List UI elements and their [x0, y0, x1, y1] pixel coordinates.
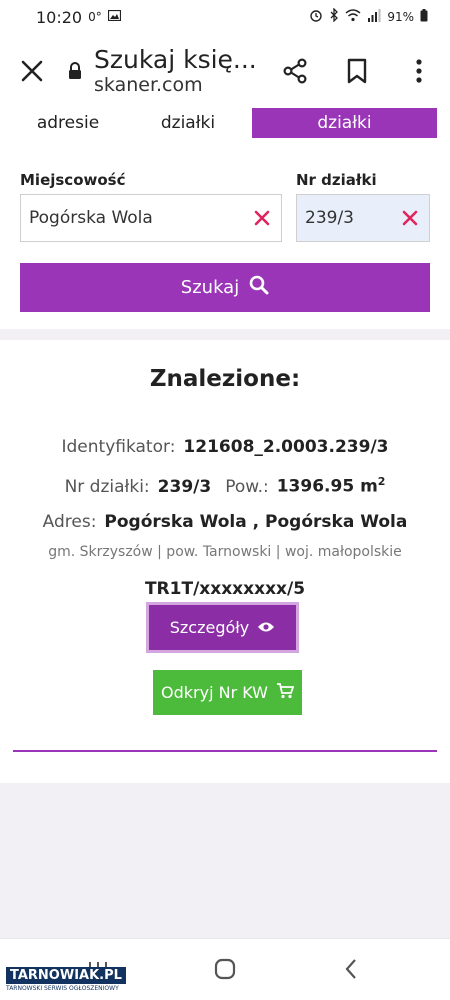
plot-area-line: Nr działki: 239/3 Pow.: 1396.95 m2 [0, 475, 450, 497]
reveal-kw-button[interactable]: Odkryj Nr KW [153, 670, 302, 715]
share-icon[interactable] [264, 34, 326, 108]
city-value: Pogórska Wola [29, 208, 153, 228]
page-title: Szukaj księ... [94, 46, 257, 74]
page-content: adresie działki działki Miejscowość Pogó… [0, 108, 450, 938]
weather-temp: 0° [88, 10, 102, 24]
city-label: Miejscowość [20, 171, 126, 189]
status-time: 10:20 [36, 7, 83, 27]
gallery-icon [107, 9, 121, 25]
address-label: Adres: [42, 512, 97, 532]
wifi-icon [345, 8, 361, 26]
plot-info-label: Nr działki: [64, 476, 150, 497]
bluetooth-icon [329, 7, 339, 26]
area-value: 1396.95 m2 [277, 475, 386, 497]
search-label: Szukaj [180, 277, 240, 298]
details-label: Szczegóły [169, 618, 250, 637]
plot-info-value: 239/3 [157, 476, 212, 497]
section-divider [0, 329, 450, 340]
battery-level: 91% [387, 10, 414, 24]
city-field[interactable]: Pogórska Wola [20, 194, 282, 242]
kw-number: TR1T/xxxxxxxx/5 [144, 579, 306, 599]
identifier-label: Identyfikator: [61, 437, 176, 457]
watermark-brand: TARNOWIAK.PL [6, 967, 126, 984]
bookmark-icon[interactable] [326, 34, 388, 108]
plot-value: 239/3 [305, 208, 354, 228]
address-line: Adres: Pogórska Wola , Pogórska Wola [0, 512, 450, 532]
area-unit-sup: 2 [377, 475, 386, 488]
battery-icon [420, 8, 428, 26]
watermark-tagline: TARNOWSKI SERWIS OGŁOSZENIOWY [6, 985, 119, 992]
lower-section [0, 783, 450, 938]
lock-icon [64, 62, 86, 80]
cart-icon [276, 682, 295, 703]
purple-divider [13, 750, 437, 752]
address-value: Pogórska Wola , Pogórska Wola [104, 512, 408, 532]
signal-icon [367, 8, 381, 26]
status-bar: 10:20 0° 91% [0, 0, 450, 34]
area-label: Pow.: [225, 476, 269, 497]
alarm-icon [309, 8, 323, 26]
search-icon [249, 275, 269, 300]
clear-city-icon[interactable] [251, 207, 273, 229]
clear-plot-icon[interactable] [399, 207, 421, 229]
plot-label: Nr działki [296, 171, 377, 189]
identifier-line: Identyfikator: 121608_2.0003.239/3 [0, 437, 450, 457]
search-button[interactable]: Szukaj [20, 263, 430, 312]
tab-plot[interactable]: działki [132, 108, 244, 138]
search-tabs: adresie działki działki [0, 108, 450, 138]
area-number: 1396.95 m [276, 476, 378, 497]
home-icon[interactable] [205, 951, 245, 987]
results-title: Znalezione: [149, 366, 301, 392]
url-block[interactable]: Szukaj księ... skaner.com [94, 46, 264, 96]
status-left: 10:20 0° [36, 8, 121, 27]
identifier-value: 121608_2.0003.239/3 [183, 437, 389, 457]
tab-plot-active[interactable]: działki [252, 108, 437, 138]
status-right: 91% [309, 7, 428, 26]
admin-line: gm. Skrzyszów | pow. Tarnowski | woj. ma… [48, 544, 402, 560]
more-vert-icon[interactable] [388, 34, 450, 108]
domain-text: skaner.com [94, 74, 203, 96]
details-button[interactable]: Szczegóły [146, 602, 299, 653]
close-icon[interactable] [0, 34, 64, 108]
eye-icon [257, 618, 275, 637]
tab-address[interactable]: adresie [12, 108, 124, 138]
reveal-kw-label: Odkryj Nr KW [161, 683, 268, 702]
watermark-logo: TARNOWIAK.PL TARNOWSKI SERWIS OGŁOSZENIO… [6, 964, 126, 994]
back-icon[interactable] [331, 951, 371, 987]
browser-toolbar: Szukaj księ... skaner.com [0, 34, 450, 108]
plot-field[interactable]: 239/3 [296, 194, 430, 242]
